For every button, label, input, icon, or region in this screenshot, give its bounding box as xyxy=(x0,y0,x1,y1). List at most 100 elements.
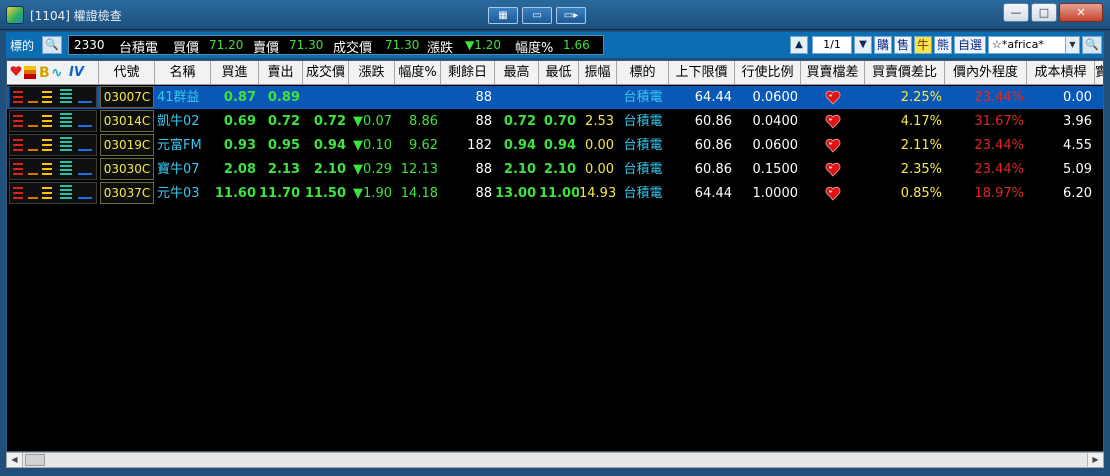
scroll-left-arrow-icon[interactable]: ◀ xyxy=(7,453,23,467)
indicator-bar-icon xyxy=(13,144,23,146)
cell-code[interactable]: 03007C xyxy=(100,86,154,108)
cell-spread: 2.35% xyxy=(900,162,942,177)
volume-icon xyxy=(24,66,36,79)
column-header-moneyness[interactable]: 價內外程度 xyxy=(945,61,1027,85)
filter-bear-chip[interactable]: 熊 xyxy=(934,36,952,54)
iv-icon: IV xyxy=(69,65,84,80)
stock-code: 2330 xyxy=(74,38,105,52)
search-icon[interactable]: 🔍 xyxy=(42,36,62,54)
cell-ratio: 1.0000 xyxy=(752,186,799,201)
indicator-bar-icon xyxy=(28,149,38,151)
cell-low: 11.00 xyxy=(539,186,579,201)
indicator-bar-icon xyxy=(42,139,52,141)
column-header-label: 漲跌 xyxy=(358,65,385,80)
indicator-bar-icon xyxy=(60,161,72,163)
cell-name[interactable]: 寶牛07 xyxy=(155,158,211,181)
scroll-right-arrow-icon[interactable]: ▶ xyxy=(1087,453,1103,467)
cell-bid: 0.93 xyxy=(223,138,256,153)
column-header-days[interactable]: 剩餘日 xyxy=(441,61,495,85)
layout-video-icon[interactable]: ▭▸ xyxy=(556,7,586,24)
indicator-bar-icon xyxy=(78,101,92,103)
column-header-underlying[interactable]: 標的 xyxy=(617,61,669,85)
column-header-bid[interactable]: 買進 xyxy=(211,61,259,85)
cell-code[interactable]: 03014C xyxy=(100,110,154,132)
column-header-last[interactable]: 成交價 xyxy=(303,61,349,85)
cell-ratio: 0.1500 xyxy=(752,162,799,177)
filter-call-chip[interactable]: 購 xyxy=(874,36,892,54)
table-row[interactable]: 03030C 寶牛07 2.08 2.13 2.10 ▼0.29 12.13 88 2.10 2.… xyxy=(7,158,1103,181)
filter-bull-chip[interactable]: 牛 xyxy=(914,36,932,54)
indicator-bar-icon xyxy=(60,197,72,199)
cell-underlying: 台積電 xyxy=(623,114,663,129)
change-value: ▼1.20 xyxy=(465,38,501,52)
indicator-bar-icon xyxy=(13,149,23,151)
minimize-button[interactable]: — xyxy=(1003,3,1029,22)
cell-name[interactable]: 元牛03 xyxy=(155,182,211,205)
indicator-bar-icon xyxy=(13,96,23,98)
column-header-code[interactable]: 代號 xyxy=(99,61,155,85)
underlying-quote-box[interactable]: 2330 台積電 買價 71.20 賣價 71.30 成交價 71.30 漲跌 … xyxy=(68,35,604,56)
cell-pct: 9.62 xyxy=(409,138,438,153)
cell-low: 2.10 xyxy=(543,162,576,177)
column-header-extra[interactable]: 實 xyxy=(1095,61,1103,85)
horizontal-scrollbar[interactable]: ◀ ▶ xyxy=(6,452,1104,468)
window-title: [1104] 權證檢查 xyxy=(30,9,122,23)
table-row[interactable]: 03007C 41群益 0.87 0.89 88 台積電 64.44 0.0600 2.25% 2… xyxy=(7,86,1103,109)
table-row[interactable]: 03014C 凱牛02 0.69 0.72 0.72 ▼0.07 8.86 88 0.72 0.7… xyxy=(7,110,1103,133)
cell-ask: 0.89 xyxy=(267,90,300,105)
column-header-amp[interactable]: 振幅 xyxy=(579,61,617,85)
cell-code[interactable]: 03030C xyxy=(100,158,154,180)
cell-code[interactable]: 03037C xyxy=(100,182,154,204)
column-header-ratio[interactable]: 行使比例 xyxy=(735,61,801,85)
column-header-name[interactable]: 名稱 xyxy=(155,61,211,85)
page-down-button[interactable]: ▼ xyxy=(854,36,872,54)
cell-days: 88 xyxy=(475,114,492,129)
cell-code[interactable]: 03019C xyxy=(100,134,154,156)
column-header-gap[interactable]: 買賣檔差 xyxy=(801,61,865,85)
page-up-button[interactable]: ▲ xyxy=(790,36,808,54)
layout-window-icon[interactable]: ▭ xyxy=(522,7,552,24)
column-header-high[interactable]: 最高 xyxy=(495,61,539,85)
custom-list-chip[interactable]: 自選 xyxy=(954,36,986,54)
close-button[interactable]: ✕ xyxy=(1059,3,1103,22)
column-header-pct[interactable]: 幅度% xyxy=(395,61,441,85)
filter-put-chip[interactable]: 售 xyxy=(894,36,912,54)
cell-name[interactable]: 凱牛02 xyxy=(155,110,211,133)
column-header-spread[interactable]: 買賣價差比 xyxy=(865,61,945,85)
zoom-search-icon[interactable]: 🔍 xyxy=(1082,36,1102,54)
cell-name[interactable]: 元富FM xyxy=(155,134,211,157)
indicator-icons[interactable] xyxy=(9,110,97,132)
column-header-leverage[interactable]: 成本槓桿 xyxy=(1027,61,1095,85)
indicator-bar-icon xyxy=(13,187,23,189)
heart-icon xyxy=(825,114,841,129)
scroll-thumb[interactable] xyxy=(25,454,45,466)
indicator-icons[interactable] xyxy=(9,86,97,108)
indicator-bar-icon xyxy=(28,197,38,199)
cell-last xyxy=(303,86,349,109)
watchlist-select[interactable]: ☆*africa* ▼ xyxy=(988,36,1080,54)
column-header-low[interactable]: 最低 xyxy=(539,61,579,85)
table-row[interactable]: 03037C 元牛03 11.60 11.70 11.50 ▼1.90 14.18 88 13.… xyxy=(7,182,1103,205)
cell-name[interactable]: 41群益 xyxy=(155,86,211,109)
table-row[interactable]: 03019C 元富FM 0.93 0.95 0.94 ▼0.10 9.62 182 0.94 0.… xyxy=(7,134,1103,157)
maximize-button[interactable]: □ xyxy=(1031,3,1057,22)
layout-grid-icon[interactable]: ▦ xyxy=(488,7,518,24)
column-header-ask[interactable]: 賣出 xyxy=(259,61,303,85)
column-header-icons[interactable]: B ∿ IV xyxy=(7,61,99,85)
indicator-bar-icon xyxy=(42,173,52,175)
indicator-bar-icon xyxy=(13,120,23,122)
indicator-icons[interactable] xyxy=(9,134,97,156)
column-header-limit[interactable]: 上下限價 xyxy=(669,61,735,85)
cell-last: 2.10 xyxy=(313,162,346,177)
cell-moneyness: 31.67% xyxy=(974,114,1024,129)
indicator-icons[interactable] xyxy=(9,182,97,204)
indicator-bar-icon xyxy=(13,197,23,199)
indicator-icons[interactable] xyxy=(9,158,97,180)
cell-limit: 60.86 xyxy=(694,114,732,129)
column-header-label: 上下限價 xyxy=(675,65,728,80)
cell-change xyxy=(349,86,395,109)
chevron-down-icon[interactable]: ▼ xyxy=(1065,37,1079,53)
indicator-bar-icon xyxy=(28,101,38,103)
cell-limit: 64.44 xyxy=(694,186,732,201)
column-header-change[interactable]: 漲跌 xyxy=(349,61,395,85)
